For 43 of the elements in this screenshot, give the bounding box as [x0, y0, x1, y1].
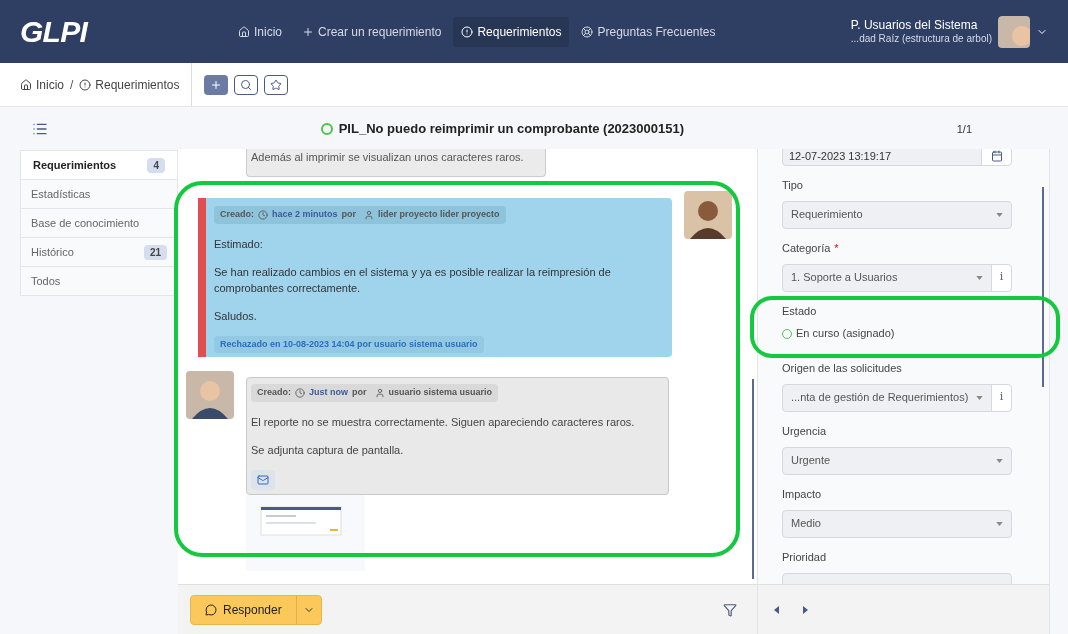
breadcrumb-link[interactable]: Requerimientos [79, 75, 180, 94]
count-badge: 21 [143, 244, 167, 260]
created-label: Creado: [257, 386, 291, 399]
previous-message: Además al imprimir se visualizan unos caracteres raros. [246, 149, 546, 177]
field-label: Categoría [782, 241, 831, 255]
message-text: El reporte no se muestra correctamente. Siguen apareciendo caracteres raros. [251, 414, 635, 430]
field-label: Estado [782, 304, 817, 318]
nav-link[interactable]: Preguntas Frecuentes [573, 16, 724, 47]
by-label: por [341, 208, 357, 221]
side-tab[interactable]: Requerimientos 4 [20, 150, 178, 180]
select-field[interactable]: Requerimiento [782, 200, 1012, 229]
nav-link[interactable]: Requerimientos [453, 16, 570, 47]
status-value: En curso (asignado) [796, 326, 895, 342]
author-name: lider proyecto lider proyecto [378, 208, 500, 221]
breadcrumb-separator: / [70, 76, 74, 94]
select-field[interactable]: Medio [782, 509, 1012, 538]
required-mark: * [834, 241, 839, 255]
breadcrumb-link[interactable]: Inicio [20, 75, 64, 94]
nav-link[interactable]: Inicio [230, 16, 290, 47]
field-label: Impacto [782, 487, 822, 501]
field-label: Prioridad [782, 550, 827, 564]
message-text: Saludos. [214, 308, 257, 324]
ticket-counter: 1/1 [956, 121, 972, 137]
time-link[interactable]: hace 2 minutos [272, 208, 338, 222]
time-link[interactable]: Just now [309, 386, 349, 400]
field-label: Tipo [782, 178, 803, 192]
field-label: Origen de las solicitudes [782, 361, 902, 375]
count-badge: 4 [147, 157, 165, 173]
created-label: Creado: [220, 208, 254, 221]
nav-link[interactable]: Crear un requerimiento [294, 16, 450, 47]
by-label: por [352, 386, 367, 399]
ticket-title: PIL_No puedo reimprimir un comprobante (2023000151) [338, 120, 684, 139]
user-name: P. Usuarios del Sistema [850, 17, 979, 33]
message-text: Se adjunta captura de pantalla. [251, 442, 404, 458]
field-label: Urgencia [782, 424, 827, 438]
user-entity: ...dad Raíz (estructura de arbol) [850, 32, 992, 46]
rejected-note: Rechazado en 10-08-2023 14:04 por usuario sistema usuario [214, 335, 484, 353]
logo[interactable]: GLPI [20, 9, 230, 54]
message-text: Se han realizado cambios en el sistema y ya es posible realizar la reimpresión de comprobantes correctamente. [214, 264, 612, 296]
message-text: Estimado: [214, 236, 263, 252]
select-field[interactable]: Urgente [782, 446, 1012, 475]
author-name: usuario sistema usuario [388, 386, 493, 399]
side-tab[interactable]: Estadísticas [20, 179, 178, 209]
